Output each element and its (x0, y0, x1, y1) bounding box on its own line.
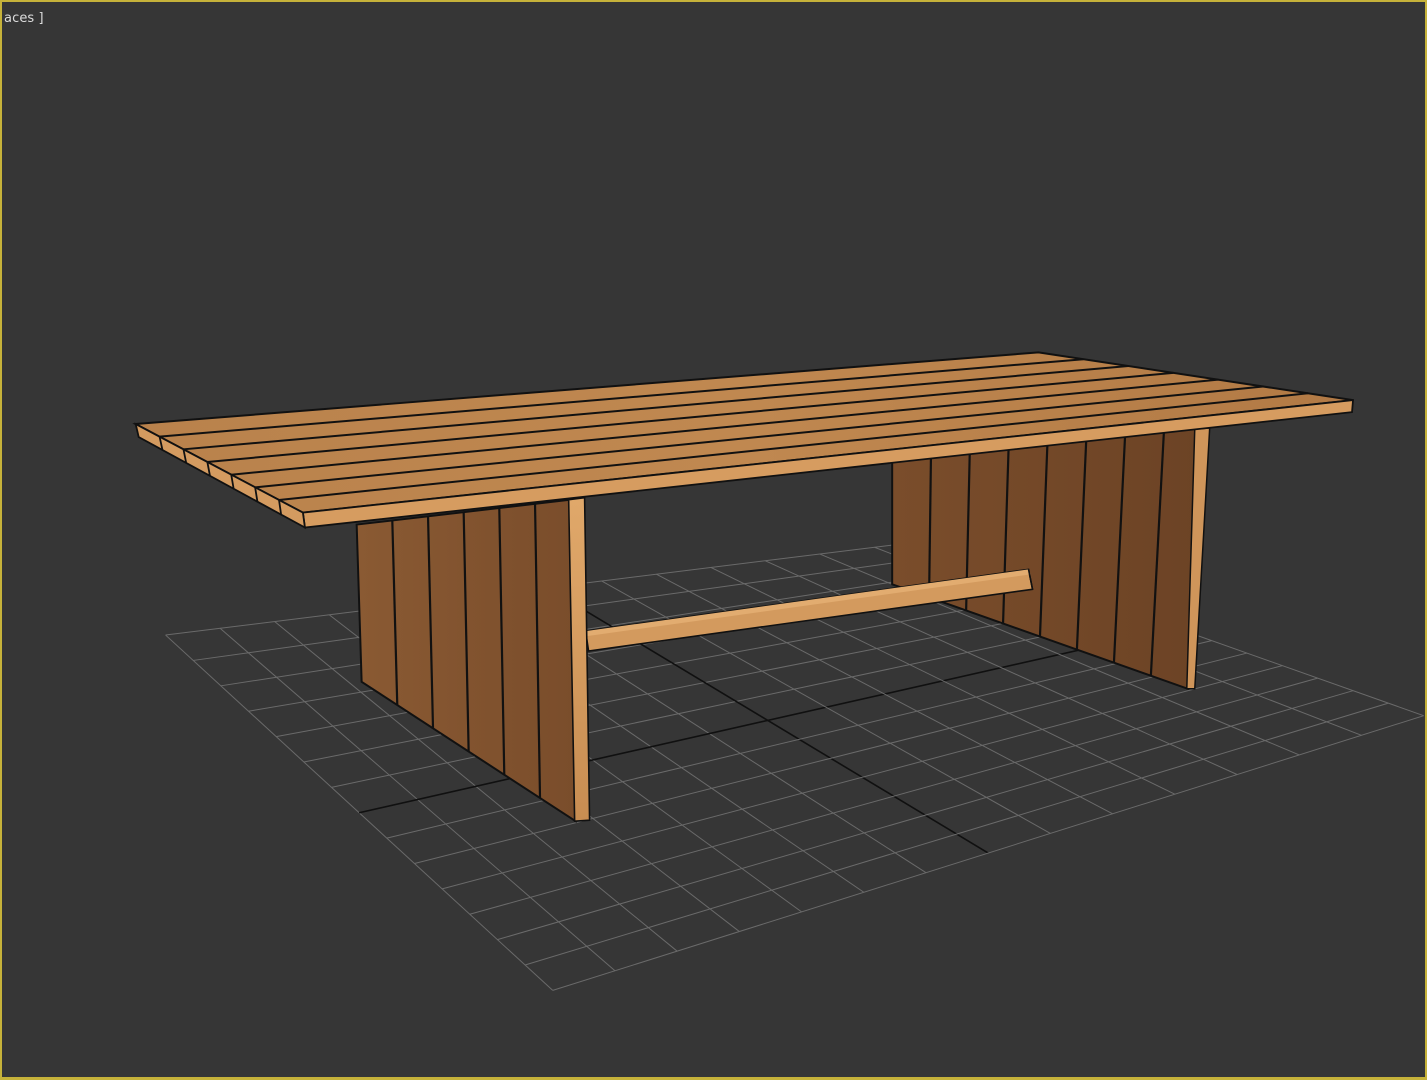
viewport-scene[interactable] (2, 2, 1425, 1077)
right-leg-panel (891, 426, 1211, 691)
grid-line (497, 690, 1354, 941)
grid-line (552, 715, 1424, 991)
perspective-viewport[interactable]: aces ] (0, 0, 1427, 1080)
wooden-table (132, 351, 1355, 824)
grid-line (469, 677, 1318, 915)
left-leg-panel (355, 496, 591, 824)
grid-line (524, 702, 1389, 966)
